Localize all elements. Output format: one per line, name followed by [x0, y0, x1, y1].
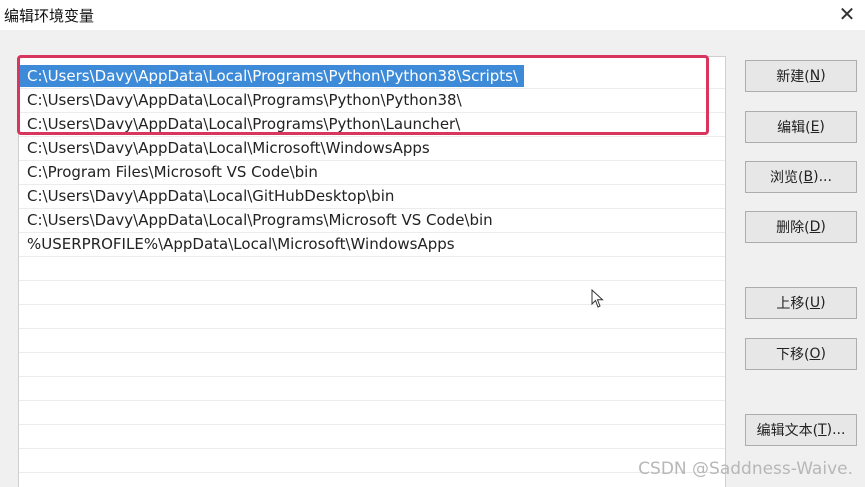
edit-text-button-key: T: [818, 422, 827, 438]
list-item-text: C:\Users\Davy\AppData\Local\Microsoft\Wi…: [27, 139, 430, 157]
list-item[interactable]: C:\Users\Davy\AppData\Local\Programs\Pyt…: [19, 65, 725, 89]
move-up-button-suffix: ): [820, 295, 826, 311]
edit-button-label: 编辑(: [777, 120, 811, 136]
browse-button-suffix: )...: [813, 169, 832, 185]
delete-button-key: D: [809, 219, 821, 235]
list-item-text: C:\Users\Davy\AppData\Local\Programs\Pyt…: [27, 115, 461, 133]
move-up-button[interactable]: 上移(U): [745, 287, 857, 319]
empty-row: [19, 257, 725, 281]
delete-button-suffix: ): [820, 219, 826, 235]
mouse-pointer-icon: [591, 289, 604, 308]
edit-button[interactable]: 编辑(E): [745, 111, 857, 143]
empty-row: [19, 377, 725, 401]
list-item-text: %USERPROFILE%\AppData\Local\Microsoft\Wi…: [27, 235, 455, 253]
move-down-button-label: 下移(: [776, 347, 810, 363]
list-item[interactable]: C:\Users\Davy\AppData\Local\Programs\Pyt…: [19, 89, 725, 113]
list-item[interactable]: C:\Users\Davy\AppData\Local\Programs\Pyt…: [19, 113, 725, 137]
new-button-key: N: [809, 68, 821, 84]
browse-button-label: 浏览(: [770, 170, 804, 186]
list-item-text: C:\Users\Davy\AppData\Local\Programs\Mic…: [27, 211, 493, 229]
new-button-suffix: ): [820, 68, 826, 84]
move-down-button[interactable]: 下移(O): [745, 338, 857, 370]
list-item-text: C:\Program Files\Microsoft VS Code\bin: [27, 163, 318, 181]
path-list[interactable]: C:\Users\Davy\AppData\Local\Programs\Pyt…: [18, 56, 726, 487]
list-item[interactable]: C:\Users\Davy\AppData\Local\GitHubDeskto…: [19, 185, 725, 209]
edit-text-button-label: 编辑文本(: [756, 423, 819, 439]
list-item-text: C:\Users\Davy\AppData\Local\GitHubDeskto…: [27, 187, 395, 205]
empty-row: [19, 401, 725, 425]
empty-row: [19, 305, 725, 329]
edit-button-suffix: ): [819, 119, 825, 135]
empty-row: [19, 281, 725, 305]
browse-button-key: B: [803, 169, 814, 185]
new-button-label: 新建(: [776, 69, 810, 85]
list-item-text: C:\Users\Davy\AppData\Local\Programs\Pyt…: [27, 91, 462, 109]
list-item-text: C:\Users\Davy\AppData\Local\Programs\Pyt…: [19, 65, 525, 87]
list-item[interactable]: C:\Program Files\Microsoft VS Code\bin: [19, 161, 725, 185]
list-item[interactable]: C:\Users\Davy\AppData\Local\Microsoft\Wi…: [19, 137, 725, 161]
empty-row: [19, 425, 725, 449]
edit-button-key: E: [810, 119, 820, 135]
title-bar: 编辑环境变量 ✕: [0, 0, 865, 30]
watermark: CSDN @Saddness-Waive.: [638, 459, 853, 479]
empty-row: [19, 473, 725, 487]
empty-row: [19, 449, 725, 473]
list-item[interactable]: %USERPROFILE%\AppData\Local\Microsoft\Wi…: [19, 233, 725, 257]
list-item[interactable]: C:\Users\Davy\AppData\Local\Programs\Mic…: [19, 209, 725, 233]
move-down-button-key: O: [809, 346, 821, 362]
move-up-button-label: 上移(: [776, 296, 810, 312]
empty-row: [19, 353, 725, 377]
empty-row: [19, 329, 725, 353]
edit-text-button-suffix: )...: [826, 422, 846, 438]
browse-button[interactable]: 浏览(B)...: [745, 161, 857, 193]
move-down-button-suffix: ): [820, 346, 826, 362]
new-button[interactable]: 新建(N): [745, 60, 857, 92]
edit-environment-variable-dialog: 编辑环境变量 ✕ C:\Users\Davy\AppData\Local\Pro…: [0, 0, 865, 487]
delete-button-label: 删除(: [776, 220, 810, 236]
edit-text-button[interactable]: 编辑文本(T)...: [745, 414, 857, 446]
move-up-button-key: U: [809, 295, 821, 311]
close-icon[interactable]: ✕: [835, 0, 859, 28]
delete-button[interactable]: 删除(D): [745, 211, 857, 243]
dialog-title: 编辑环境变量: [4, 7, 95, 25]
